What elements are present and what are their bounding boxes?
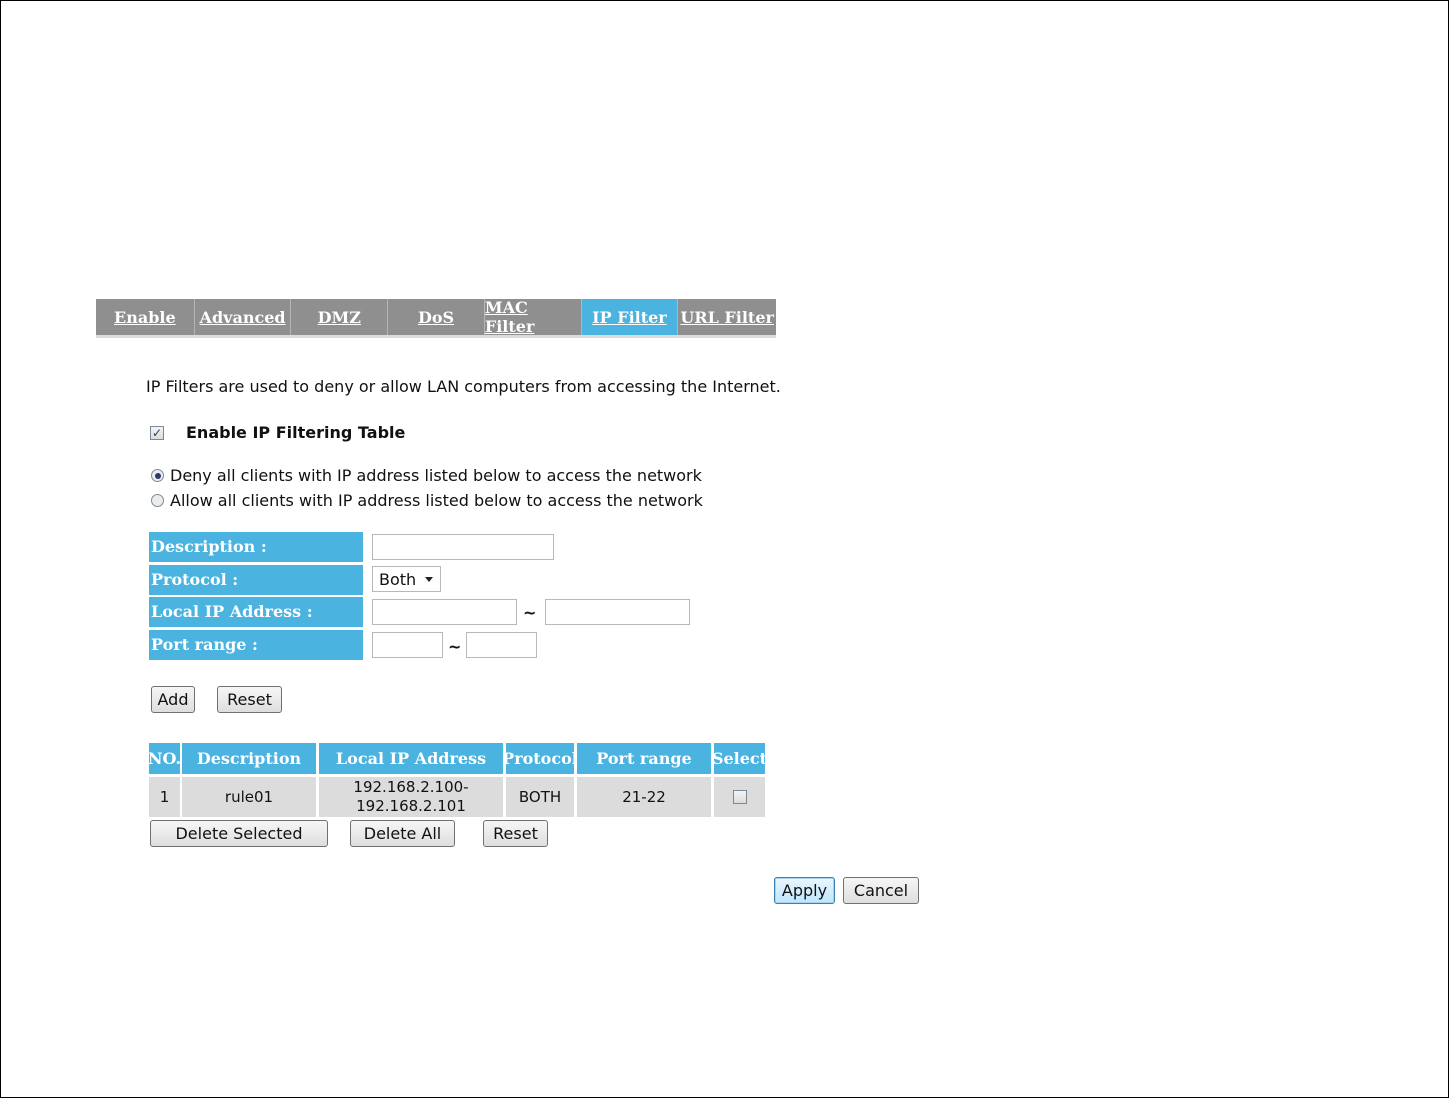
tab-dos[interactable]: DoS [388,299,485,335]
port-start-input[interactable] [372,632,443,658]
protocol-label: Protocol : [149,565,363,595]
allow-option: Allow all clients with IP address listed… [151,491,703,510]
col-header-local-ip: Local IP Address [319,743,503,774]
intro-text: IP Filters are used to deny or allow LAN… [146,377,781,396]
port-end-input[interactable] [466,632,537,658]
col-header-select: Select [714,743,765,774]
tab-advanced[interactable]: Advanced [195,299,292,335]
tab-mac-filter[interactable]: MAC Filter [485,298,582,336]
table-reset-button[interactable]: Reset [483,820,548,847]
allow-radio[interactable] [151,494,164,507]
protocol-select[interactable]: Both [372,566,441,592]
form-reset-button[interactable]: Reset [217,686,282,713]
col-header-description: Description [182,743,316,774]
col-header-port-range: Port range [577,743,711,774]
enable-row: ✓ Enable IP Filtering Table [150,423,405,442]
row-1-select-cell [714,777,765,817]
description-input[interactable] [372,534,554,560]
deny-radio[interactable] [151,469,164,482]
port-range-separator: ~ [448,637,462,656]
apply-button[interactable]: Apply [774,877,835,904]
tab-dmz[interactable]: DMZ [291,299,389,335]
delete-all-button[interactable]: Delete All [350,820,455,847]
ip-range-separator: ~ [523,603,537,622]
local-ip-start-input[interactable] [372,599,517,625]
allow-radio-label: Allow all clients with IP address listed… [170,491,703,510]
row-1-protocol: BOTH [506,777,574,817]
local-ip-end-input[interactable] [545,599,690,625]
radio-selected-dot [154,472,161,479]
row-1-description: rule01 [182,777,316,817]
chevron-down-icon [425,577,433,582]
row-1-no: 1 [149,777,180,817]
protocol-select-value: Both [379,569,417,589]
cancel-button[interactable]: Cancel [843,877,919,904]
col-header-protocol: Protocol [506,743,574,774]
row-1-select-checkbox[interactable] [732,790,747,804]
row-1-ip-end: 192.168.2.101 [356,797,466,815]
tab-url-filter[interactable]: URL Filter [678,299,776,335]
deny-radio-label: Deny all clients with IP address listed … [170,466,702,485]
delete-selected-button[interactable]: Delete Selected [150,820,328,847]
row-1-port-range: 21-22 [577,777,711,817]
row-1-ip-start: 192.168.2.100- [353,778,469,796]
tab-bar: Enable Advanced DMZ DoS MAC Filter IP Fi… [96,298,776,338]
row-1-local-ip: 192.168.2.100- 192.168.2.101 [319,777,503,817]
tab-enable[interactable]: Enable [96,299,195,335]
enable-ip-filtering-checkbox[interactable]: ✓ [150,425,164,440]
col-header-no: NO. [149,743,180,774]
add-button[interactable]: Add [151,686,195,713]
enable-ip-filtering-label: Enable IP Filtering Table [186,423,406,442]
local-ip-label: Local IP Address : [149,597,363,627]
check-icon: ✓ [151,425,163,440]
tab-ip-filter[interactable]: IP Filter [581,299,679,335]
deny-option: Deny all clients with IP address listed … [151,466,702,485]
port-range-label: Port range : [149,630,363,660]
description-label: Description : [149,532,363,562]
